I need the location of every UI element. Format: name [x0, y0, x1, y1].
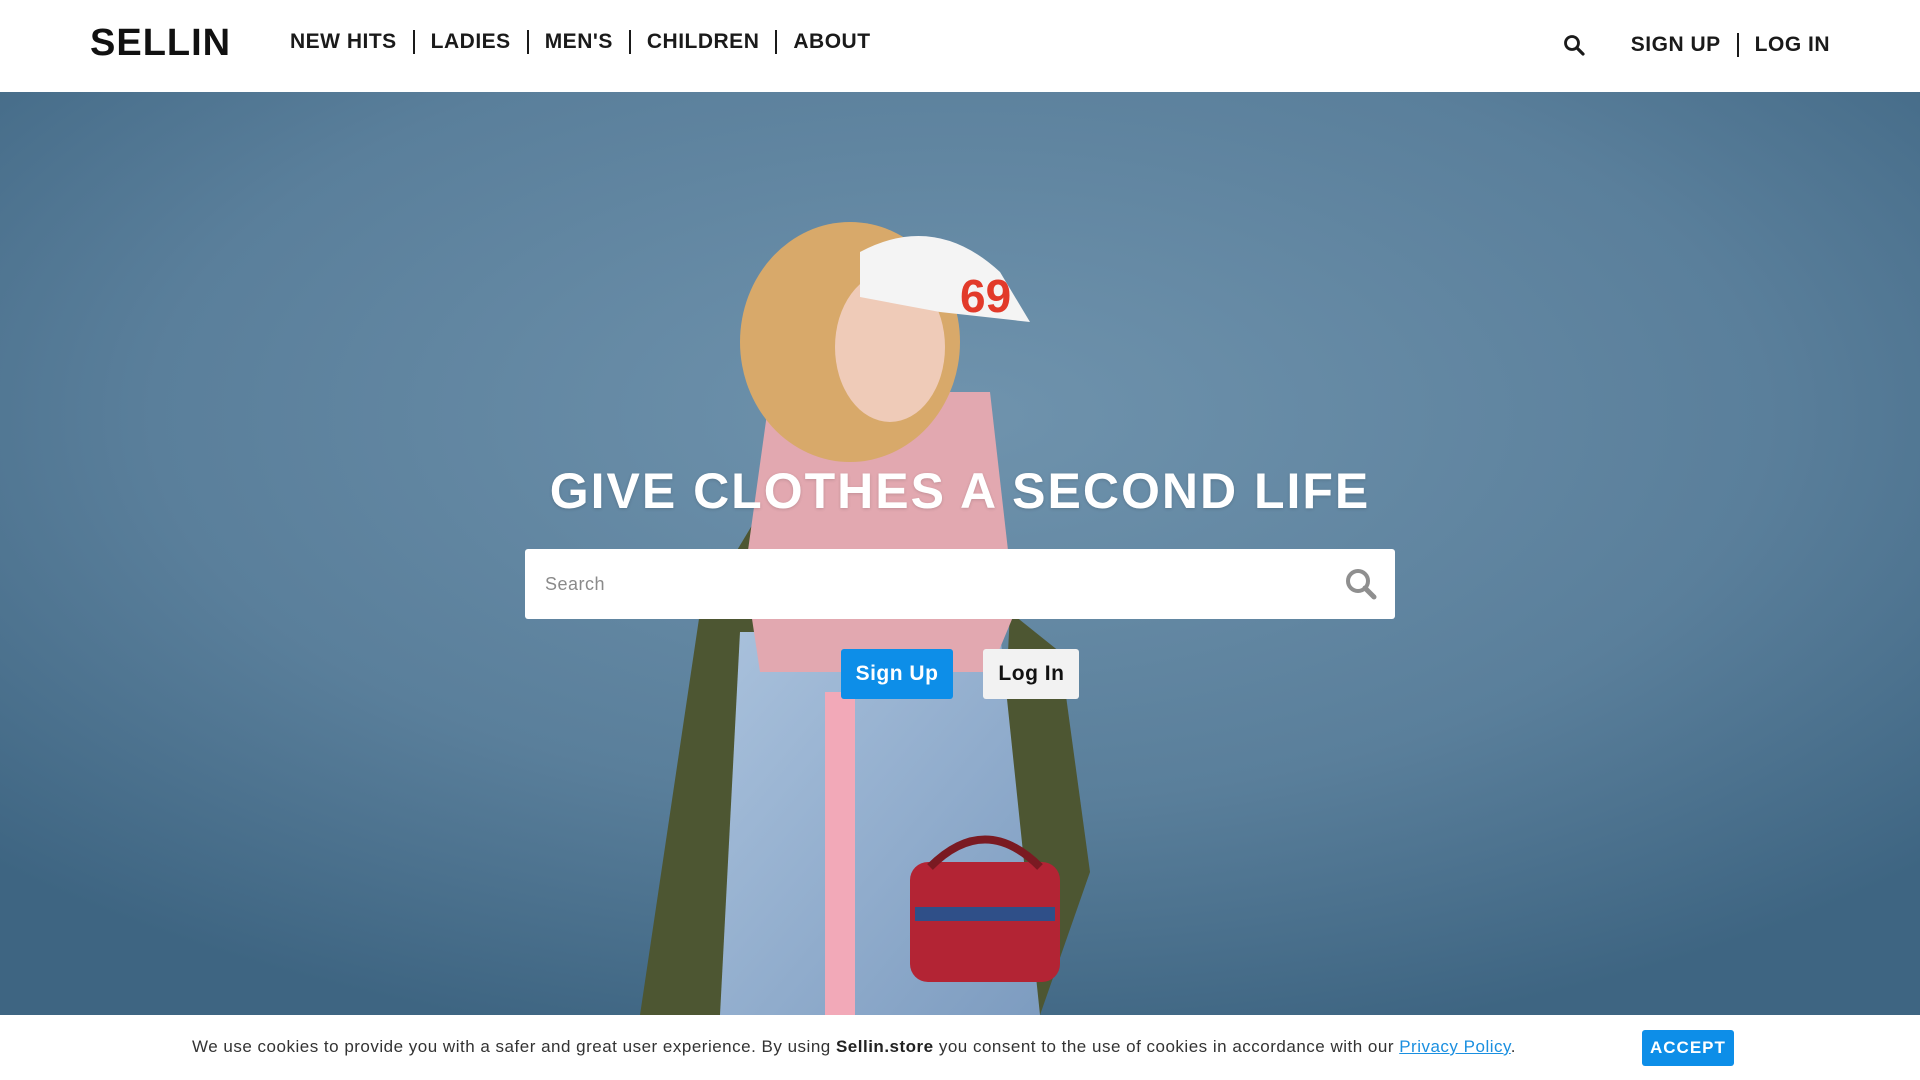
hero-cta-group: Sign Up Log In [0, 649, 1920, 699]
cookie-site-name: Sellin.store [835, 1037, 934, 1056]
header-sign-up-link[interactable]: SIGN UP [1615, 33, 1737, 57]
hero-search-bar [525, 549, 1395, 619]
nav-item-mens[interactable]: MEN'S [529, 30, 629, 54]
svg-text:69: 69 [960, 270, 1011, 322]
cookie-text-middle: you consent to the use of cookies in acc… [933, 1037, 1400, 1056]
hero-log-in-button[interactable]: Log In [983, 649, 1080, 699]
header-log-in-link[interactable]: LOG IN [1739, 33, 1830, 57]
site-logo[interactable]: SELLIN [90, 22, 231, 65]
hero-sign-up-button[interactable]: Sign Up [840, 649, 954, 699]
site-header: SELLIN NEW HITS LADIES MEN'S CHILDREN AB… [0, 0, 1920, 92]
accept-cookies-button[interactable]: ACCEPT [1642, 1030, 1734, 1066]
hero-section: 69 GIVE CLOTHES A SECOND LIFE Sign Up Lo… [0, 92, 1920, 1015]
privacy-policy-link[interactable]: Privacy Policy [1399, 1037, 1511, 1056]
cookie-text-end: . [1510, 1037, 1516, 1056]
search-icon[interactable] [1559, 30, 1589, 60]
cookie-message: We use cookies to provide you with a saf… [192, 1037, 1516, 1057]
nav-item-children[interactable]: CHILDREN [631, 30, 776, 54]
nav-item-ladies[interactable]: LADIES [415, 30, 527, 54]
nav-item-new-hits[interactable]: NEW HITS [290, 30, 413, 54]
hero-search-input[interactable] [525, 550, 1305, 618]
nav-item-about[interactable]: ABOUT [777, 30, 886, 54]
hero-title: GIVE CLOTHES A SECOND LIFE [549, 463, 1371, 519]
header-actions: SIGN UP LOG IN [1559, 30, 1830, 60]
cookie-consent-bar: We use cookies to provide you with a saf… [0, 1015, 1920, 1080]
search-icon[interactable] [1343, 566, 1379, 602]
main-nav: NEW HITS LADIES MEN'S CHILDREN ABOUT [290, 30, 887, 54]
cookie-text-start: We use cookies to provide you with a saf… [192, 1037, 836, 1056]
